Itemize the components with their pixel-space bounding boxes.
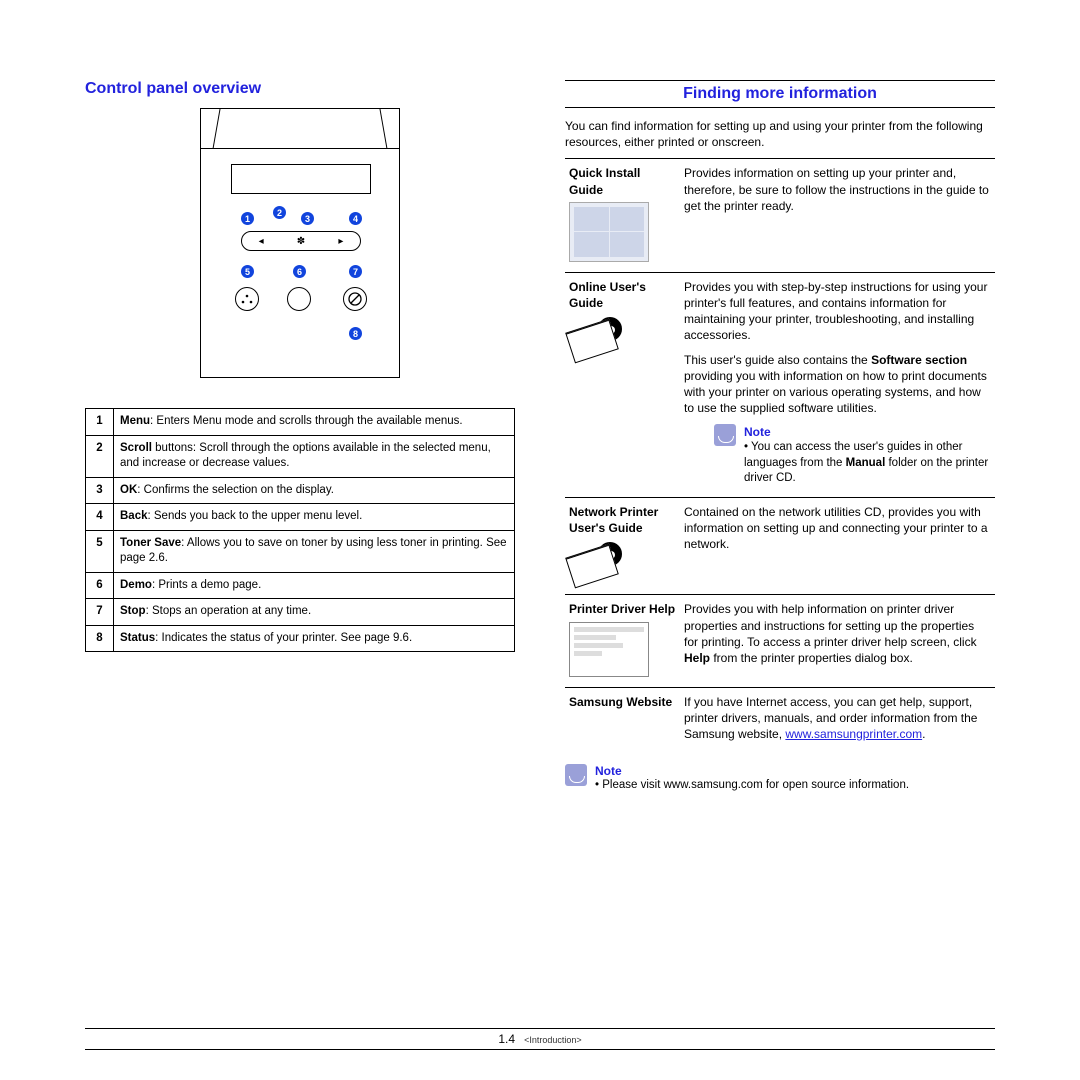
table-row: 6Demo: Prints a demo page. xyxy=(86,572,515,599)
callout-1: 1 xyxy=(241,212,254,225)
note-icon xyxy=(565,764,587,786)
intro-text: You can find information for setting up … xyxy=(565,118,995,150)
resource-row: Quick Install Guide Provides information… xyxy=(565,159,995,272)
stop-button-icon xyxy=(343,287,367,311)
help-thumb-icon xyxy=(569,622,649,677)
control-panel-illustration: 1 2 3 4 ◂✽▸ 5 6 7 8 xyxy=(190,108,410,388)
demo-button-icon xyxy=(287,287,311,311)
table-row: 3OK: Confirms the selection on the displ… xyxy=(86,477,515,504)
callout-5: 5 xyxy=(241,265,254,278)
resource-row: Network Printer User's Guide Contained o… xyxy=(565,497,995,594)
button-pill: ◂✽▸ xyxy=(241,231,361,251)
callout-4: 4 xyxy=(349,212,362,225)
resource-row: Printer Driver Help Provides you with he… xyxy=(565,595,995,687)
callout-2: 2 xyxy=(273,206,286,219)
resource-row: Samsung Website If you have Internet acc… xyxy=(565,687,995,752)
table-row: 7Stop: Stops an operation at any time. xyxy=(86,599,515,626)
table-row: 1Menu: Enters Menu mode and scrolls thro… xyxy=(86,409,515,436)
callout-8: 8 xyxy=(349,327,362,340)
page-number: 1.4 xyxy=(498,1032,515,1046)
callout-6: 6 xyxy=(293,265,306,278)
note-box: Note • Please visit www.samsung.com for … xyxy=(565,764,995,794)
heading-control-panel: Control panel overview xyxy=(85,80,515,98)
page-footer: 1.4 <Introduction> xyxy=(85,1028,995,1050)
toner-save-button-icon xyxy=(235,287,259,311)
heading-finding-info: Finding more information xyxy=(565,80,995,108)
note-icon xyxy=(714,424,736,446)
callout-3: 3 xyxy=(301,212,314,225)
callout-7: 7 xyxy=(349,265,362,278)
cd-icon xyxy=(569,317,624,359)
table-row: 8Status: Indicates the status of your pr… xyxy=(86,625,515,652)
resource-row: Online User's Guide Provides you with st… xyxy=(565,272,995,497)
samsung-website-link[interactable]: www.samsungprinter.com xyxy=(785,727,922,741)
note-title: Note xyxy=(744,424,991,440)
control-panel-table: 1Menu: Enters Menu mode and scrolls thro… xyxy=(85,408,515,652)
resources-table: Quick Install Guide Provides information… xyxy=(565,158,995,752)
table-row: 5Toner Save: Allows you to save on toner… xyxy=(86,530,515,572)
chapter-label: <Introduction> xyxy=(524,1035,582,1045)
lcd-screen xyxy=(231,164,371,194)
note-title: Note xyxy=(595,764,909,778)
note-box: Note • You can access the user's guides … xyxy=(684,424,991,487)
table-row: 4Back: Sends you back to the upper menu … xyxy=(86,504,515,531)
quick-install-thumb-icon xyxy=(569,202,649,262)
cd-icon xyxy=(569,542,624,584)
table-row: 2Scroll buttons: Scroll through the opti… xyxy=(86,435,515,477)
